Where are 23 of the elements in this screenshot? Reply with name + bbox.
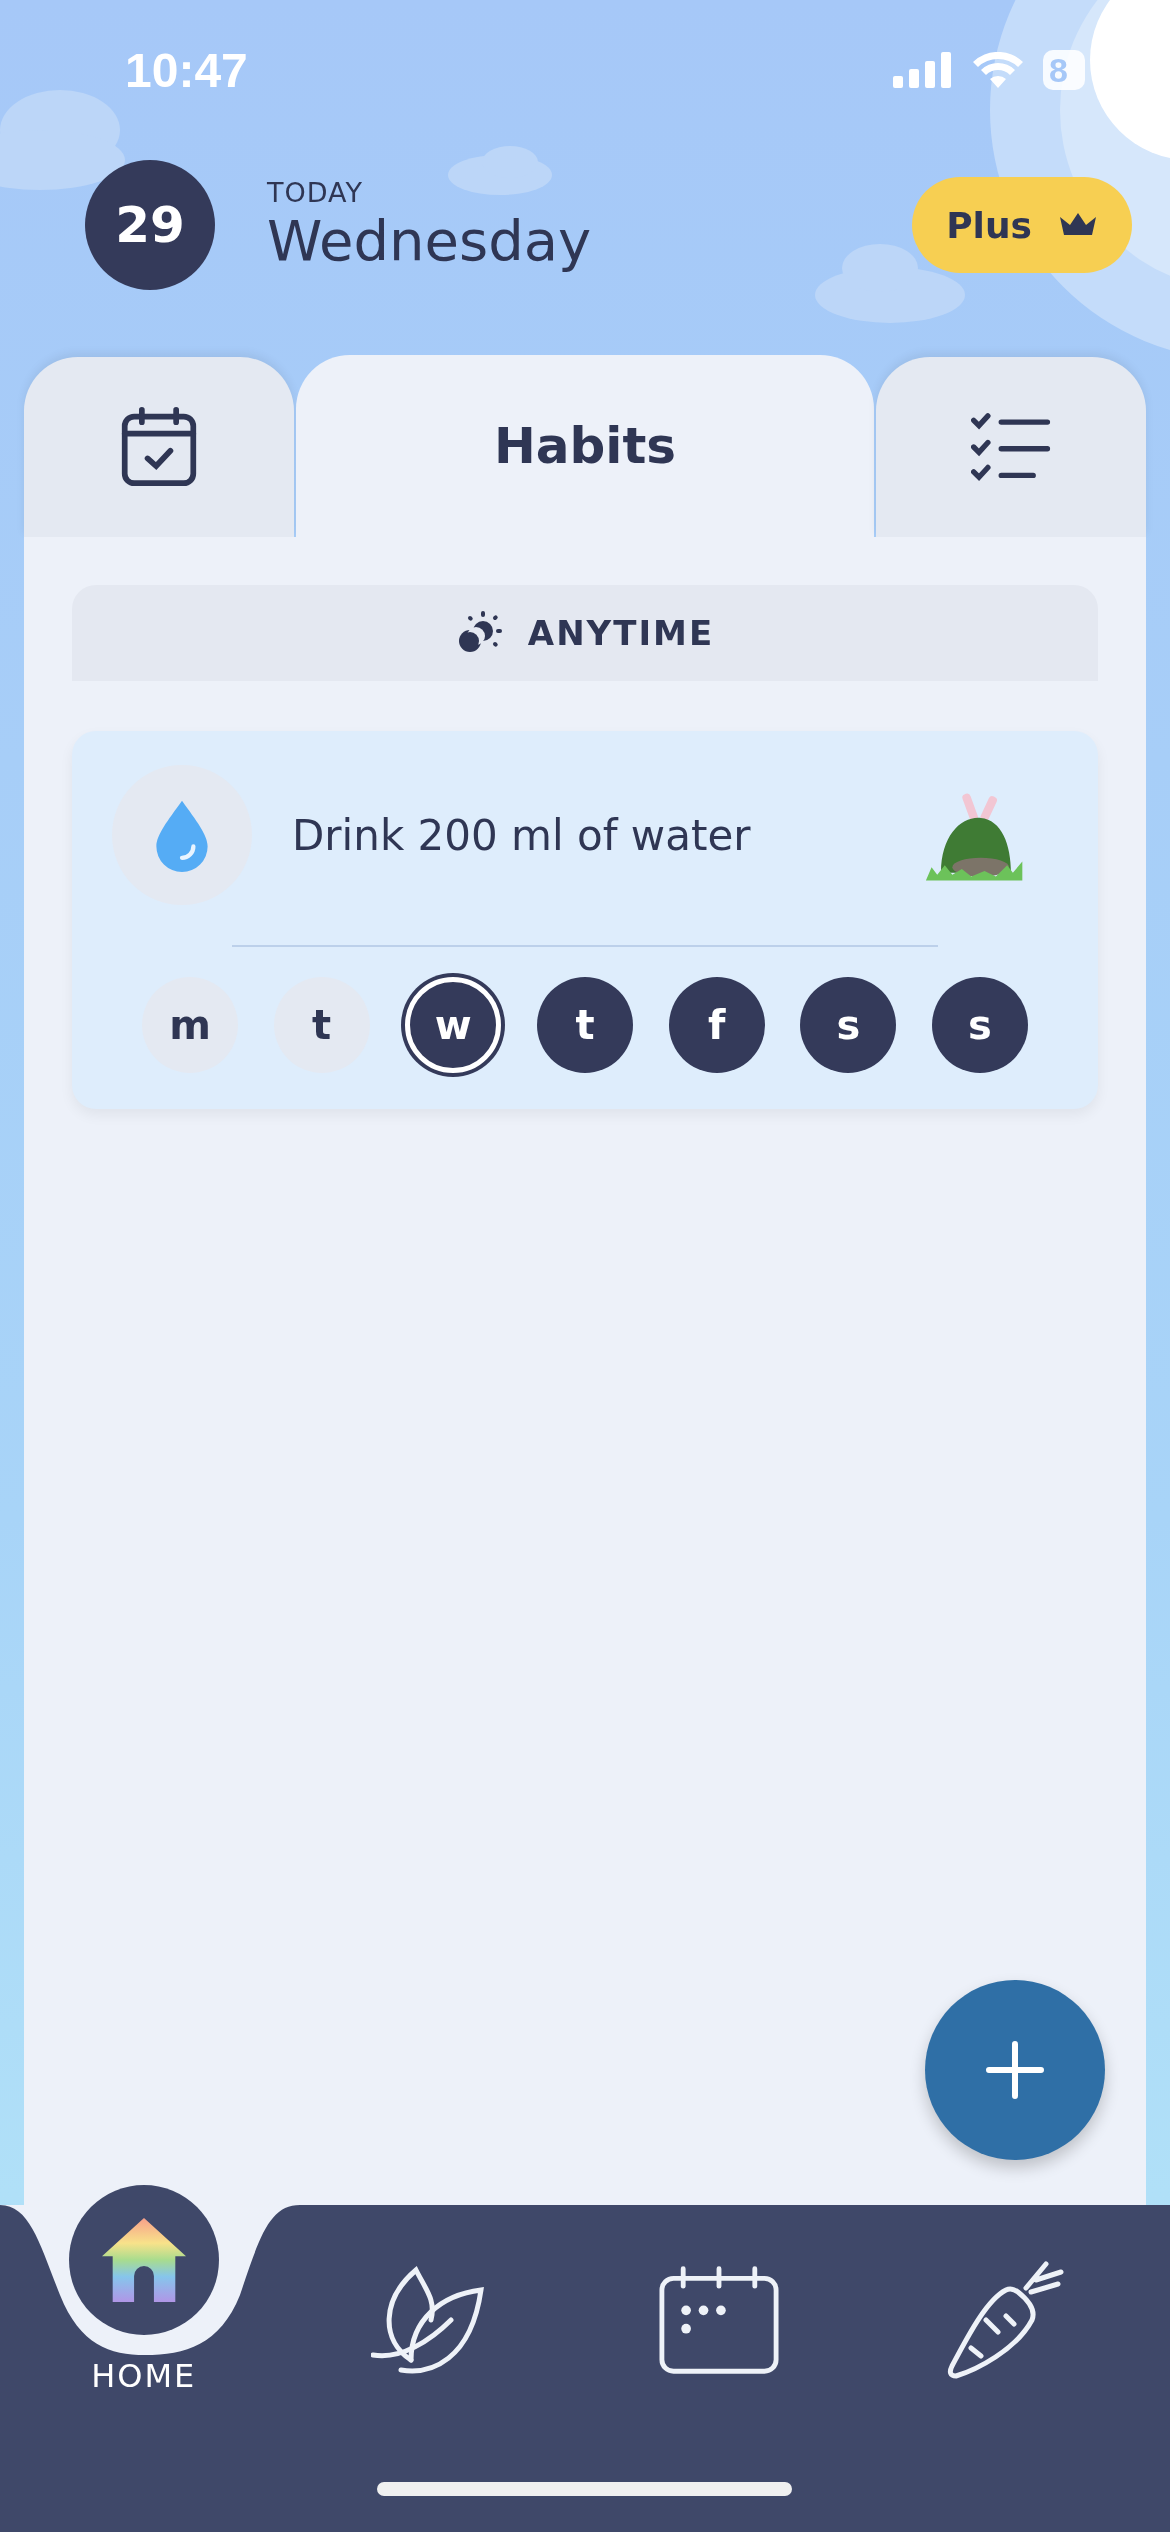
- status-time: 10:47: [125, 42, 248, 98]
- tab[interactable]: [24, 357, 294, 537]
- weekday-toggle[interactable]: s: [931, 977, 1028, 1073]
- signal-icon: [893, 52, 953, 88]
- tab[interactable]: [876, 357, 1146, 537]
- habit-card[interactable]: Drink 200 ml of water m t w t f s s: [72, 731, 1098, 1109]
- weekday-toggle[interactable]: s: [800, 977, 897, 1073]
- today-caption: TODAY: [267, 177, 364, 208]
- home-icon: [101, 2218, 186, 2302]
- battery-indicator: 8: [1043, 50, 1085, 90]
- section-header: ANYTIME: [72, 585, 1098, 681]
- weekday-title: Wednesday: [267, 208, 593, 273]
- plus-icon: [985, 2040, 1045, 2100]
- calendar-check-icon: [119, 407, 199, 487]
- wifi-icon: [973, 52, 1023, 88]
- tab[interactable]: Habits: [296, 355, 874, 537]
- weekday-toggle[interactable]: t: [536, 977, 633, 1073]
- weekday-toggle[interactable]: m: [142, 977, 238, 1073]
- weekday-toggle[interactable]: f: [668, 977, 765, 1073]
- plus-button[interactable]: Plus: [912, 177, 1132, 273]
- habit-title: Drink 200 ml of water: [292, 810, 752, 860]
- weekday-toggle[interactable]: t: [273, 977, 370, 1073]
- date-badge: 29: [85, 160, 215, 290]
